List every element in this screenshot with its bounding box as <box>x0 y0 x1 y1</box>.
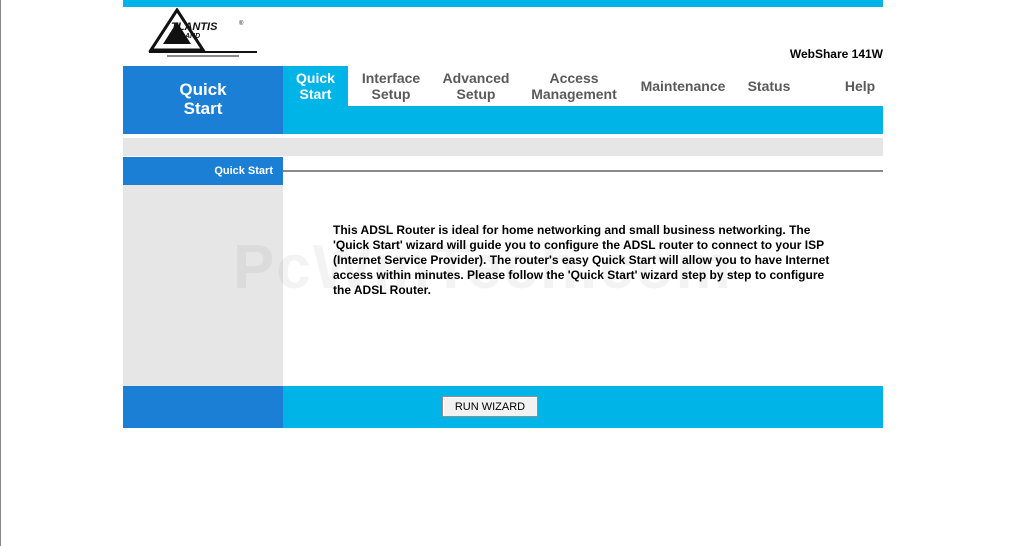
action-bar-left <box>123 386 283 428</box>
main-navigation: Quick Start Quick Start Interface Setup Adv… <box>123 66 883 134</box>
section-label: Quick Start <box>123 157 283 185</box>
tab-help[interactable]: Help <box>802 66 918 106</box>
tab-status[interactable]: Status <box>736 66 802 106</box>
tab-maintenance[interactable]: Maintenance <box>630 66 736 106</box>
tab-advanced-setup[interactable]: Advanced Setup <box>434 66 518 106</box>
current-section-title: Quick Start <box>123 66 283 134</box>
top-accent-bar <box>123 0 883 7</box>
tab-access-management[interactable]: Access Management <box>518 66 630 106</box>
quick-start-description: This ADSL Router is ideal for home netwo… <box>333 223 830 297</box>
run-wizard-button[interactable]: RUN WIZARD <box>442 396 538 417</box>
section-header: Quick Start <box>123 157 883 185</box>
window-left-border <box>0 0 1 546</box>
sub-nav-strip <box>123 138 883 156</box>
svg-text:TLANTIS: TLANTIS <box>171 21 218 33</box>
atlantis-logo: TLANTIS ® AND <box>147 7 259 58</box>
tab-quick-start[interactable]: Quick Start <box>283 66 348 106</box>
svg-text:®: ® <box>239 20 244 27</box>
svg-text:AND: AND <box>184 33 200 40</box>
tab-interface-setup[interactable]: Interface Setup <box>348 66 434 106</box>
section-divider <box>283 170 883 172</box>
action-bar-right: RUN WIZARD <box>283 386 883 428</box>
nav-bar: Quick Start Interface Setup Advanced Setup … <box>283 66 883 134</box>
action-bar: RUN WIZARD <box>123 386 883 428</box>
model-name: WebShare 141W <box>789 47 883 61</box>
